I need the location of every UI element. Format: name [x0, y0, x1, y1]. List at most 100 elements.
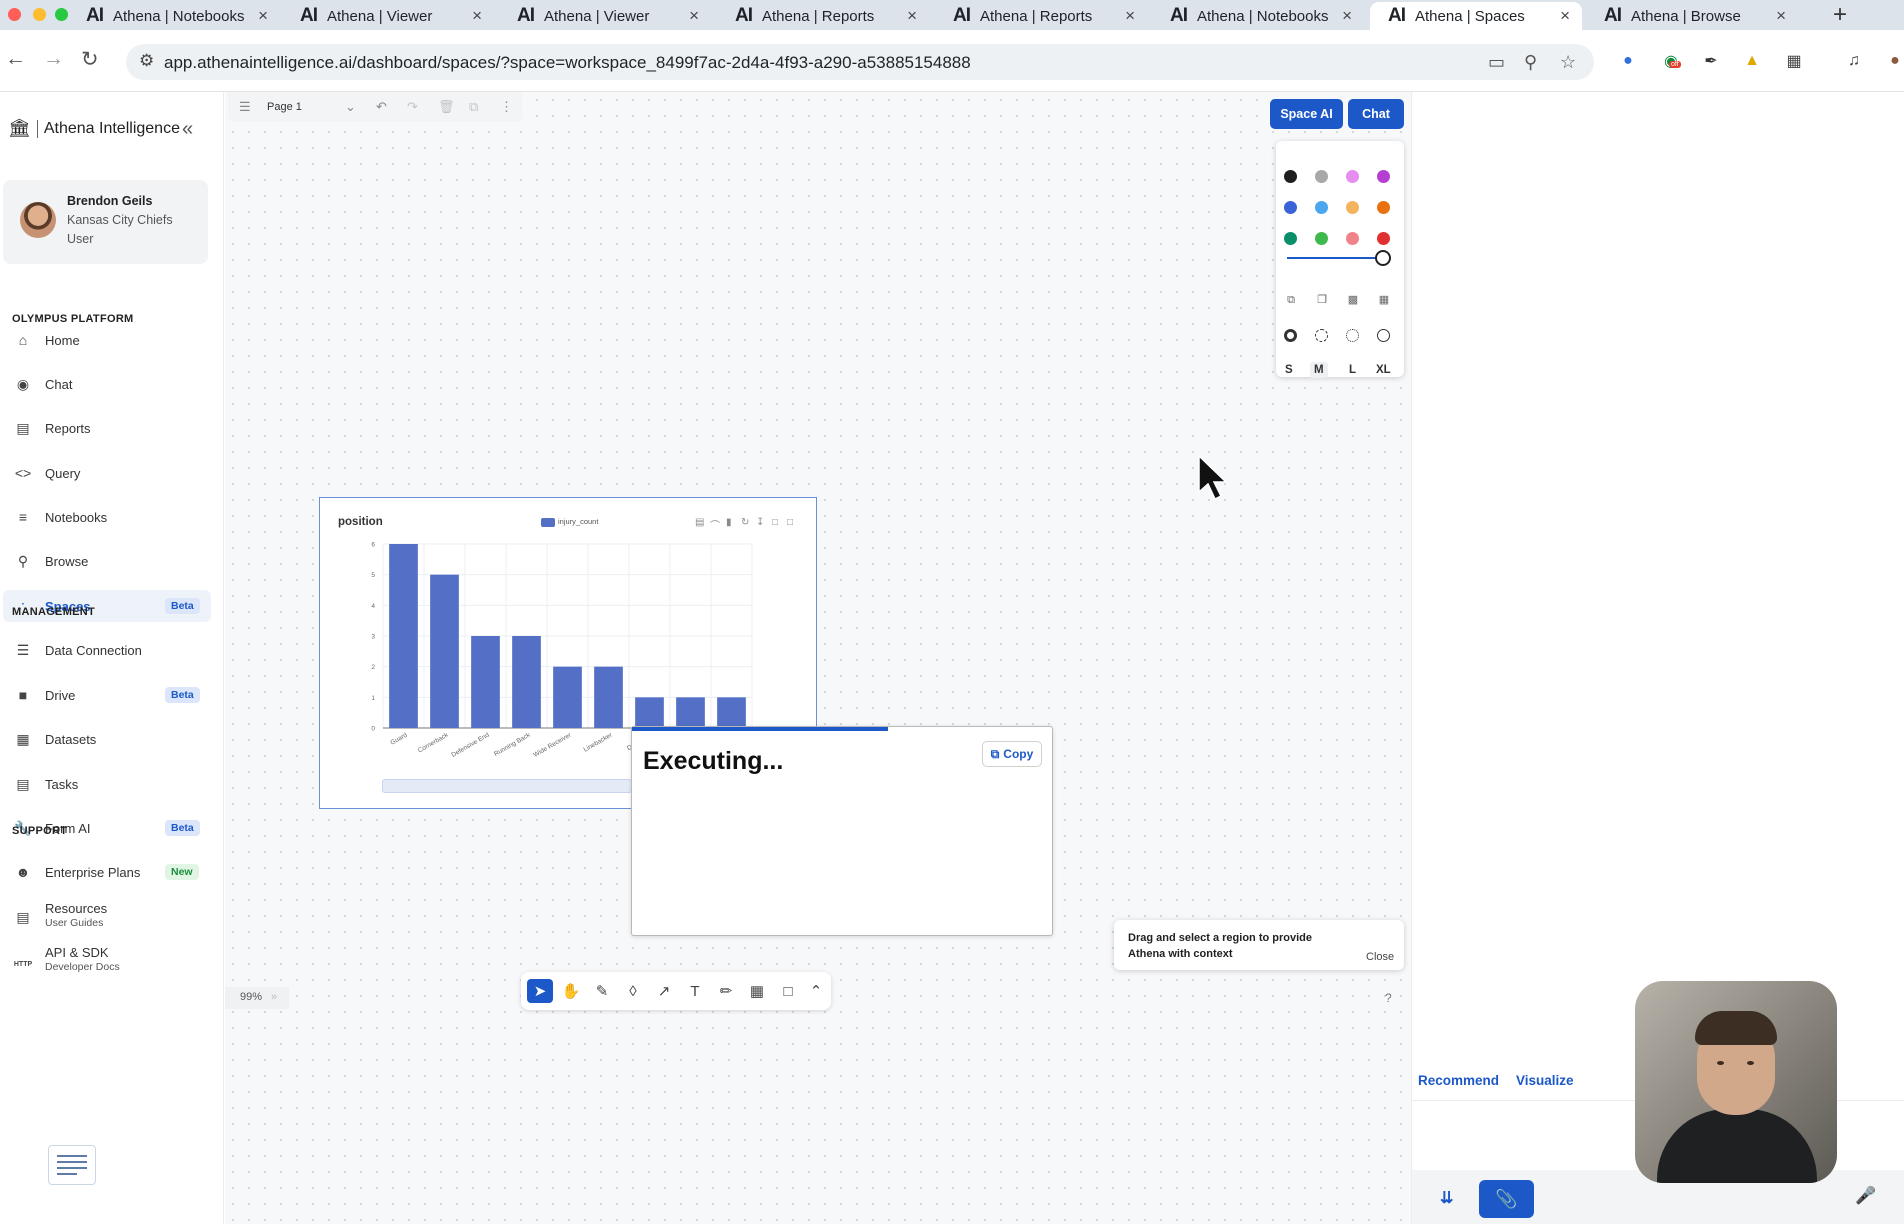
hand-tool-icon[interactable]: ✋ — [558, 979, 584, 1003]
pencil-tool-icon[interactable]: ✎ — [589, 979, 615, 1003]
browser-tab[interactable]: AI Athena | Notebooks × — [68, 2, 280, 30]
media-controls-icon[interactable]: ♫ — [1843, 50, 1865, 72]
browser-tab[interactable]: AI Athena | Spaces × — [1370, 2, 1582, 30]
color-swatch[interactable] — [1346, 170, 1359, 183]
fill-none-icon[interactable]: ⧉ — [1284, 293, 1298, 307]
data-zoom-slider[interactable] — [382, 779, 632, 793]
close-tab-icon[interactable]: × — [689, 6, 699, 26]
sidebar-item-data-connection[interactable]: ☰ Data Connection — [3, 634, 211, 666]
stroke-draw-icon[interactable] — [1284, 329, 1297, 342]
color-swatch[interactable] — [1377, 232, 1390, 245]
sidebar-item-enterprise-plans[interactable]: ☻ Enterprise Plans New — [3, 856, 211, 888]
trash-icon[interactable]: 🗑 — [438, 99, 455, 115]
sidebar-item-resources[interactable]: ▤ Resources User Guides — [3, 899, 211, 935]
reload-icon[interactable]: ↻ — [81, 47, 99, 72]
menu-icon[interactable]: ☰ — [239, 99, 251, 115]
select-tool-icon[interactable]: ➤ — [527, 979, 553, 1003]
browser-tab[interactable]: AI Athena | Reports × — [717, 2, 929, 30]
back-icon[interactable]: ← — [5, 47, 26, 71]
eyedropper-icon[interactable]: ✒ — [1700, 50, 1722, 72]
url-text[interactable]: app.athenaintelligence.ai/dashboard/spac… — [164, 53, 971, 73]
size-option[interactable]: S — [1285, 364, 1293, 376]
size-option[interactable]: XL — [1376, 364, 1391, 376]
copy-button[interactable]: ⧉ Copy — [982, 741, 1042, 767]
profile-avatar-icon[interactable]: ● — [1884, 50, 1904, 72]
recommend-tab[interactable]: Recommend — [1418, 1073, 1499, 1088]
install-app-icon[interactable]: ▭ — [1488, 52, 1505, 73]
browser-tab[interactable]: AI Athena | Browse × — [1586, 2, 1798, 30]
microphone-icon[interactable]: 🎤 — [1855, 1186, 1876, 1206]
text-tool-icon[interactable]: T — [682, 979, 708, 1003]
toast-close-button[interactable]: Close — [1366, 951, 1394, 963]
sidebar-item-api-sdk[interactable]: HTTP API & SDK Developer Docs — [3, 943, 211, 979]
color-swatch[interactable] — [1377, 170, 1390, 183]
close-tab-icon[interactable]: × — [1776, 6, 1786, 26]
user-card[interactable]: Brendon Geils Kansas City Chiefs User — [3, 180, 208, 264]
stroke-solid-icon[interactable] — [1377, 329, 1390, 342]
address-bar[interactable]: ⚙ app.athenaintelligence.ai/dashboard/sp… — [126, 44, 1594, 80]
color-swatch[interactable] — [1377, 201, 1390, 214]
color-swatch[interactable] — [1284, 170, 1297, 183]
size-option[interactable]: L — [1349, 364, 1356, 376]
visualize-tab[interactable]: Visualize — [1516, 1073, 1574, 1088]
eraser-tool-icon[interactable]: ◊ — [620, 979, 646, 1003]
extension-a-icon[interactable]: ▲ — [1741, 50, 1763, 72]
site-settings-icon[interactable]: ⚙ — [139, 51, 154, 71]
color-swatch[interactable] — [1315, 201, 1328, 214]
sidebar-item-datasets[interactable]: ▦ Datasets — [3, 723, 211, 755]
close-tab-icon[interactable]: × — [1125, 6, 1135, 26]
extension-badge-icon[interactable]: ◉off — [1660, 50, 1682, 72]
forward-icon[interactable]: → — [43, 47, 64, 71]
close-window-button[interactable] — [8, 8, 21, 21]
space-ai-button[interactable]: Space AI — [1270, 99, 1343, 129]
zoom-reset-icon[interactable]: □ — [787, 517, 793, 528]
close-tab-icon[interactable]: × — [1560, 6, 1570, 26]
more-tools-icon[interactable]: ⌃ — [803, 979, 829, 1003]
chevron-double-down-icon[interactable]: ⇊ — [1440, 1188, 1453, 1208]
extensions-puzzle-icon[interactable]: ▦ — [1783, 50, 1805, 72]
fill-pattern-icon[interactable]: ▦ — [1377, 293, 1391, 307]
sidebar-item-home[interactable]: ⌂ Home — [3, 324, 211, 356]
new-tab-button[interactable]: + — [1833, 1, 1847, 29]
fill-semi-icon[interactable]: ❐ — [1315, 293, 1329, 307]
zoom-icon[interactable]: ⚲ — [1524, 52, 1537, 73]
bar-chart-icon[interactable]: ▮ — [726, 517, 732, 528]
sidebar-item-tasks[interactable]: ▤ Tasks — [3, 768, 211, 800]
more-options-icon[interactable]: ⋮ — [500, 99, 513, 115]
browser-tab[interactable]: AI Athena | Notebooks × — [1152, 2, 1364, 30]
restore-icon[interactable]: ↻ — [741, 517, 749, 528]
maximize-window-button[interactable] — [55, 8, 68, 21]
color-swatch[interactable] — [1315, 232, 1328, 245]
close-tab-icon[interactable]: × — [907, 6, 917, 26]
sidebar-item-query[interactable]: <> Query — [3, 457, 211, 489]
zoom-select-icon[interactable]: □ — [772, 517, 778, 528]
attach-button[interactable]: 📎 — [1479, 1180, 1534, 1218]
color-swatch[interactable] — [1284, 232, 1297, 245]
sidebar-item-drive[interactable]: ■ Drive Beta — [3, 679, 211, 711]
data-view-icon[interactable]: ▤ — [695, 517, 704, 528]
legend-label[interactable]: injury_count — [558, 517, 598, 526]
arrow-tool-icon[interactable]: ↗ — [651, 979, 677, 1003]
opacity-slider-track[interactable] — [1287, 257, 1379, 259]
minimize-window-button[interactable] — [33, 8, 46, 21]
rectangle-tool-icon[interactable]: □ — [775, 979, 801, 1003]
opacity-slider-handle[interactable] — [1375, 250, 1391, 266]
stroke-dotted-icon[interactable] — [1346, 329, 1359, 342]
sidebar-item-notebooks[interactable]: ≡ Notebooks — [3, 501, 211, 533]
extension-c-icon[interactable]: ● — [1617, 50, 1639, 72]
image-tool-icon[interactable]: ▦ — [744, 979, 770, 1003]
fill-solid-icon[interactable]: ▩ — [1346, 293, 1360, 307]
color-swatch[interactable] — [1346, 201, 1359, 214]
close-tab-icon[interactable]: × — [258, 6, 268, 26]
undo-icon[interactable]: ↶ — [376, 99, 387, 115]
download-icon[interactable]: ↧ — [756, 517, 764, 528]
chat-button[interactable]: Chat — [1348, 99, 1404, 129]
expand-icon[interactable]: » — [271, 991, 277, 1003]
color-swatch[interactable] — [1315, 170, 1328, 183]
help-icon[interactable]: ? — [1385, 991, 1392, 1005]
browser-tab[interactable]: AI Athena | Reports × — [935, 2, 1147, 30]
collapse-sidebar-icon[interactable]: « — [182, 118, 193, 141]
size-option[interactable]: M — [1310, 362, 1328, 378]
duplicate-icon[interactable]: ⧉ — [469, 99, 478, 115]
space-canvas[interactable]: ☰ Page 1 ⌄ ↶ ↷ 🗑 ⧉ ⋮ Space AI Chat ⧉ ❐ ▩… — [225, 92, 1411, 1224]
